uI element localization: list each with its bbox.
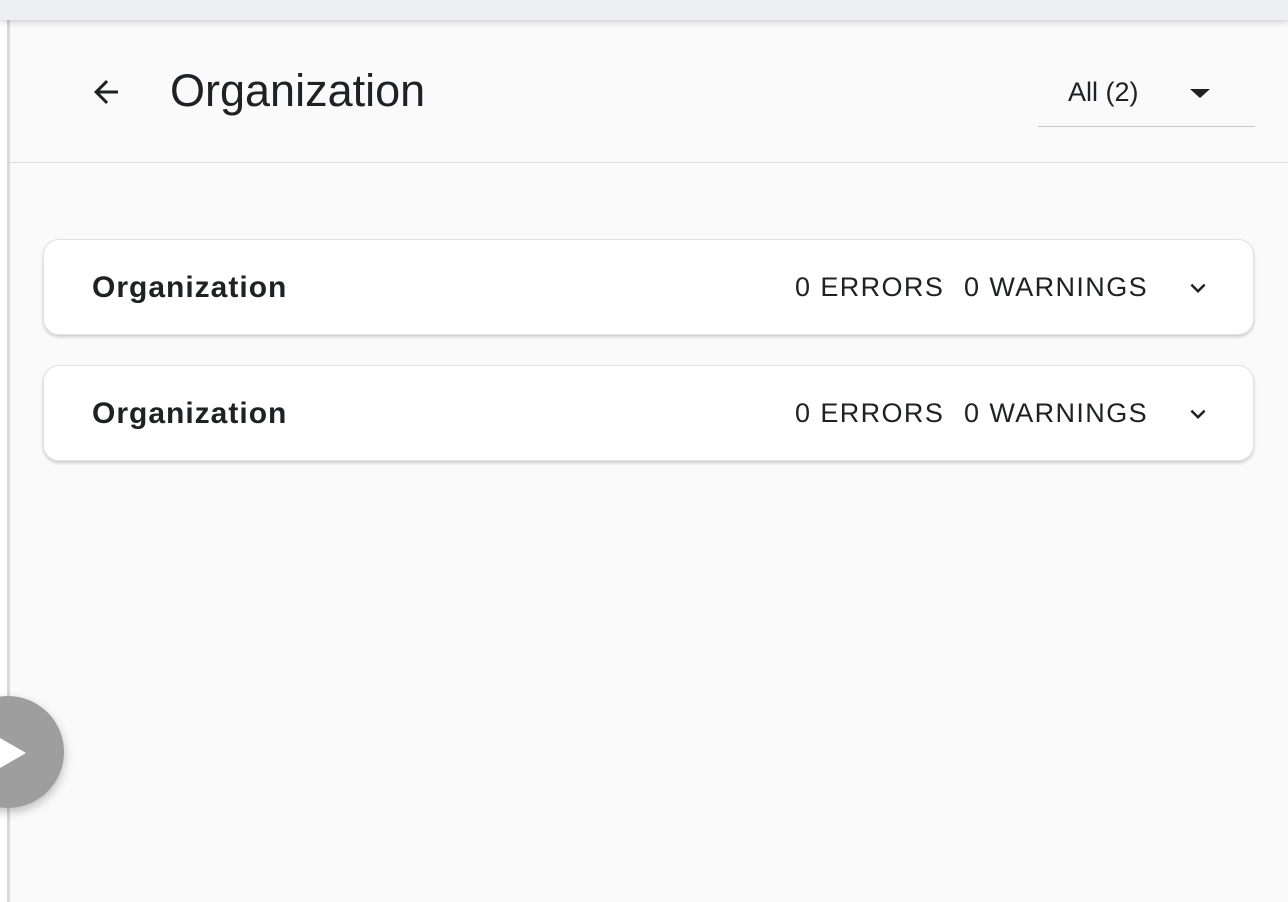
filter-select[interactable]: All (2) <box>1038 60 1255 127</box>
warning-count: 0 WARNINGS <box>964 398 1149 428</box>
organization-panel-1[interactable]: Organization 0 ERRORS 0 WARNINGS <box>43 239 1254 335</box>
page-header: Organization All (2) <box>10 20 1288 163</box>
arrow-left-icon <box>94 80 118 104</box>
play-button[interactable] <box>0 696 64 808</box>
expand-button[interactable] <box>1180 274 1216 302</box>
caret-down-icon <box>1190 89 1210 98</box>
warning-count: 0 WARNINGS <box>964 272 1149 302</box>
error-count: 0 ERRORS <box>795 272 945 302</box>
error-count: 0 ERRORS <box>795 398 945 428</box>
play-icon <box>0 738 26 768</box>
organization-panel-2[interactable]: Organization 0 ERRORS 0 WARNINGS <box>43 365 1254 461</box>
back-button[interactable] <box>86 72 126 112</box>
chevron-down-icon <box>1190 283 1206 293</box>
expand-button[interactable] <box>1180 400 1216 428</box>
panel-title: Organization <box>92 397 288 430</box>
panel-title: Organization <box>92 271 288 304</box>
chevron-down-icon <box>1190 409 1206 419</box>
filter-selected-value: All (2) <box>1068 77 1139 107</box>
page-title: Organization <box>170 65 426 116</box>
browser-top-strip <box>0 0 1288 20</box>
